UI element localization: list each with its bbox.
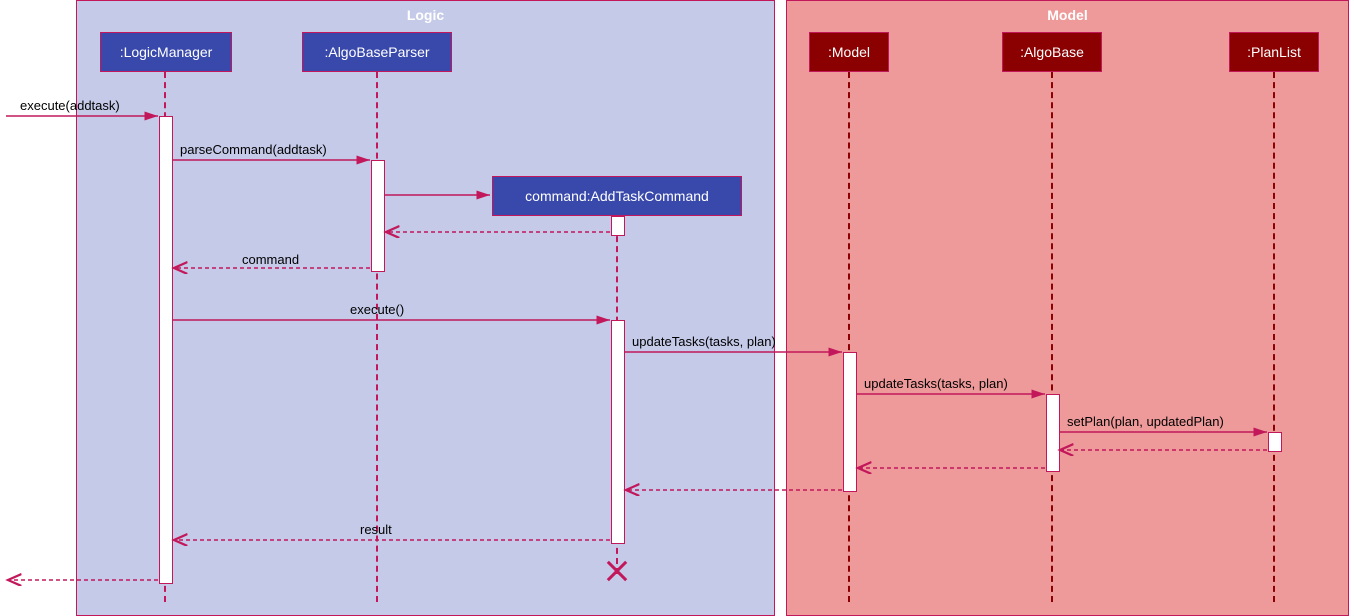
frame-logic: Logic (76, 0, 775, 616)
lifeline-algobase (1051, 72, 1053, 602)
msg-updatetasks-1: updateTasks(tasks, plan) (632, 334, 776, 349)
activation-algobaseparser (371, 160, 385, 272)
participant-algobase: :AlgoBase (1002, 32, 1102, 72)
msg-setplan: setPlan(plan, updatedPlan) (1067, 414, 1224, 429)
msg-execute: execute() (350, 302, 404, 317)
activation-planlist (1268, 432, 1282, 452)
lifeline-planlist (1273, 72, 1275, 602)
participant-logicmanager: :LogicManager (100, 32, 232, 72)
msg-parsecommand: parseCommand(addtask) (180, 142, 327, 157)
destroy-icon (604, 558, 630, 584)
sequence-diagram: Logic Model :LogicManager :AlgoBaseParse… (0, 0, 1354, 616)
participant-algobaseparser: :AlgoBaseParser (302, 32, 452, 72)
activation-addtaskcommand-1 (611, 216, 625, 236)
participant-planlist: :PlanList (1229, 32, 1319, 72)
activation-logicmanager (159, 116, 173, 584)
frame-logic-title: Logic (407, 7, 444, 23)
msg-execute-addtask: execute(addtask) (20, 98, 120, 113)
activation-addtaskcommand-2 (611, 320, 625, 544)
frame-model-title: Model (1047, 7, 1087, 23)
msg-result: result (360, 522, 392, 537)
activation-model (843, 352, 857, 492)
participant-model: :Model (809, 32, 889, 72)
activation-algobase (1046, 394, 1060, 472)
msg-updatetasks-2: updateTasks(tasks, plan) (864, 376, 1008, 391)
participant-addtaskcommand: command:AddTaskCommand (492, 176, 742, 216)
msg-command-return: command (242, 252, 299, 267)
frame-model: Model (786, 0, 1349, 616)
lifeline-model (848, 72, 850, 602)
